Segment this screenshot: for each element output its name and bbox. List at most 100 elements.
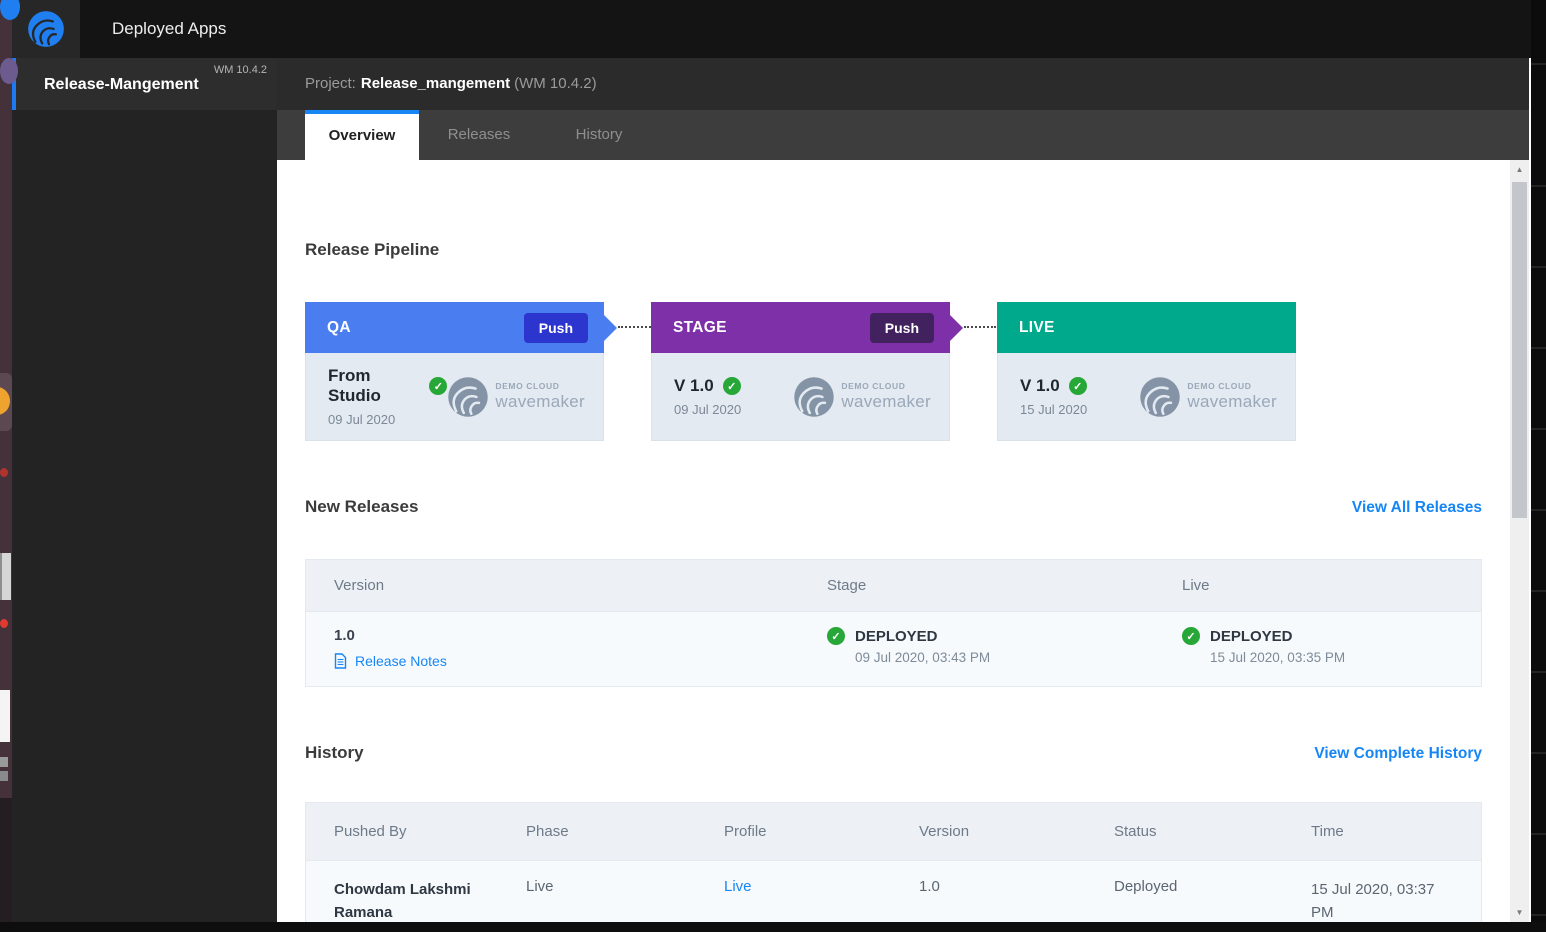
dock-app-icon-purple[interactable] [0,58,18,84]
deployed-version: V 1.0 [1020,376,1060,396]
success-check-icon: ✓ [1182,627,1200,645]
tab-history[interactable]: History [539,110,659,160]
project-label: Project: [305,75,356,92]
profile-live-link[interactable]: Live [724,878,752,895]
pipeline-arrow-icon [604,315,617,341]
project-version-badge: WM 10.4.2 [214,64,267,76]
deployment-date: 09 Jul 2020 [328,412,447,427]
pipeline-stage-header-stage: STAGE Push [651,302,950,353]
table-header-row: Version Stage Live [306,560,1481,611]
dock-app-icon-window[interactable] [0,553,11,600]
tab-overview[interactable]: Overview [305,110,419,160]
stage-deploy-time: 09 Jul 2020, 03:43 PM [855,650,1154,665]
demo-cloud-wavemaker-logo: DEMO CLOUD wavemaker [1139,376,1277,418]
success-check-icon: ✓ [827,627,845,645]
sidebar-item-label: Release-Mangement [44,76,199,94]
dock-bottom-shade [0,798,12,932]
pipeline-card-body: V 1.0 ✓ 09 Jul 2020 DEMO C [651,353,950,441]
pipeline-stage-header-live: LIVE [997,302,1296,353]
dock-app-icon-orange [0,387,10,415]
project-version: (WM 10.4.2) [514,75,597,92]
logo-text-demo-cloud: DEMO CLOUD [495,381,585,391]
column-header-version: Version [306,560,799,611]
success-check-icon: ✓ [1069,377,1087,395]
wavemaker-wave-icon [27,10,65,48]
bottom-edge-bar [0,922,1546,932]
push-button-qa[interactable]: Push [524,313,588,343]
wavemaker-logo-button[interactable] [12,0,80,58]
scroll-up-arrow-icon[interactable]: ▲ [1510,165,1529,174]
status-value: Deployed [1114,878,1177,895]
logo-text-demo-cloud: DEMO CLOUD [841,381,931,391]
deployment-source: From Studio [328,366,420,406]
deployed-apps-window: Deployed Apps WM 10.4.2 Release-Mangemen… [0,0,1546,932]
pipeline-card-live: LIVE V 1.0 ✓ 15 Jul 2020 [997,302,1296,442]
logo-text-wavemaker: wavemaker [1187,392,1277,412]
project-header: Project: Release_mangement(WM 10.4.2) [277,58,1529,110]
live-deploy-status: DEPLOYED [1210,628,1293,645]
dock-app-icon-gray-1[interactable] [0,757,8,767]
sidebar-item-release-management[interactable]: WM 10.4.2 Release-Mangement [12,58,277,110]
release-pipeline-title: Release Pipeline [305,160,1482,260]
dock-app-icon-highlighted[interactable] [0,373,12,431]
success-check-icon: ✓ [429,377,447,395]
wavemaker-wave-icon [447,376,489,418]
dock-app-icon-white[interactable] [0,690,10,742]
project-name: Release_mangement [361,75,510,92]
pipeline-card-stage: STAGE Push V 1.0 ✓ 09 Jul 2020 [651,302,950,442]
dock-notification-dot [0,619,8,628]
pipeline-connector-dotted [618,326,651,328]
column-header-stage: Stage [799,560,1154,611]
version-value: 1.0 [919,878,940,895]
column-header-version: Version [891,803,1086,860]
phase-value: Live [526,878,554,895]
wavemaker-wave-icon [1139,376,1181,418]
release-notes-link[interactable]: Release Notes [355,653,447,669]
stage-name: LIVE [1019,319,1055,337]
top-app-bar: Deployed Apps [12,0,1546,58]
release-pipeline: QA Push From Studio ✓ 09 Jul 2020 [305,302,1482,442]
new-releases-title: New Releases [305,497,418,517]
dock-app-icon-gray-2[interactable] [0,771,8,781]
pipeline-connector-dotted [964,326,996,328]
pipeline-card-qa: QA Push From Studio ✓ 09 Jul 2020 [305,302,604,442]
pipeline-stage-header-qa: QA Push [305,302,604,353]
success-check-icon: ✓ [723,377,741,395]
history-title: History [305,743,364,763]
right-edge-panel [1531,0,1546,932]
table-row: 1.0 Release Notes ✓ DEPLOYE [306,611,1481,686]
logo-text-demo-cloud: DEMO CLOUD [1187,381,1277,391]
overview-panel: Release Pipeline QA Push From Studio ✓ 0… [277,160,1510,922]
new-releases-table: Version Stage Live 1.0 Release Notes [305,559,1482,687]
sidebar: WM 10.4.2 Release-Mangement [12,58,277,922]
column-header-live: Live [1154,560,1481,611]
table-header-row: Pushed By Phase Profile Version Status T… [306,803,1481,860]
time-value: 15 Jul 2020, 03:37 PM [1311,878,1461,924]
pipeline-arrow-icon [950,315,963,341]
wavemaker-wave-icon [793,376,835,418]
pipeline-card-body: From Studio ✓ 09 Jul 2020 [305,353,604,441]
page-title: Deployed Apps [112,0,226,58]
vertical-scrollbar[interactable]: ▲ ▼ [1510,160,1529,922]
view-all-releases-link[interactable]: View All Releases [1352,499,1482,517]
stage-deploy-status: DEPLOYED [855,628,938,645]
column-header-status: Status [1086,803,1283,860]
document-icon [334,653,347,669]
logo-text-wavemaker: wavemaker [495,392,585,412]
deployment-date: 15 Jul 2020 [1020,402,1087,417]
push-button-stage[interactable]: Push [870,313,934,343]
tab-bar: Overview Releases History [277,110,1529,160]
demo-cloud-wavemaker-logo: DEMO CLOUD wavemaker [793,376,931,418]
scroll-down-arrow-icon[interactable]: ▼ [1510,908,1529,917]
scrollbar-thumb[interactable] [1512,182,1527,518]
column-header-time: Time [1283,803,1481,860]
tab-releases[interactable]: Releases [419,110,539,160]
dock-app-icon-red[interactable] [0,468,8,477]
view-complete-history-link[interactable]: View Complete History [1314,745,1482,763]
history-table: Pushed By Phase Profile Version Status T… [305,802,1482,932]
stage-name: STAGE [673,319,727,337]
stage-name: QA [327,319,351,337]
pushed-by-name: Chowdam Lakshmi Ramana [334,878,489,924]
deployed-version: V 1.0 [674,376,714,396]
live-deploy-time: 15 Jul 2020, 03:35 PM [1210,650,1481,665]
